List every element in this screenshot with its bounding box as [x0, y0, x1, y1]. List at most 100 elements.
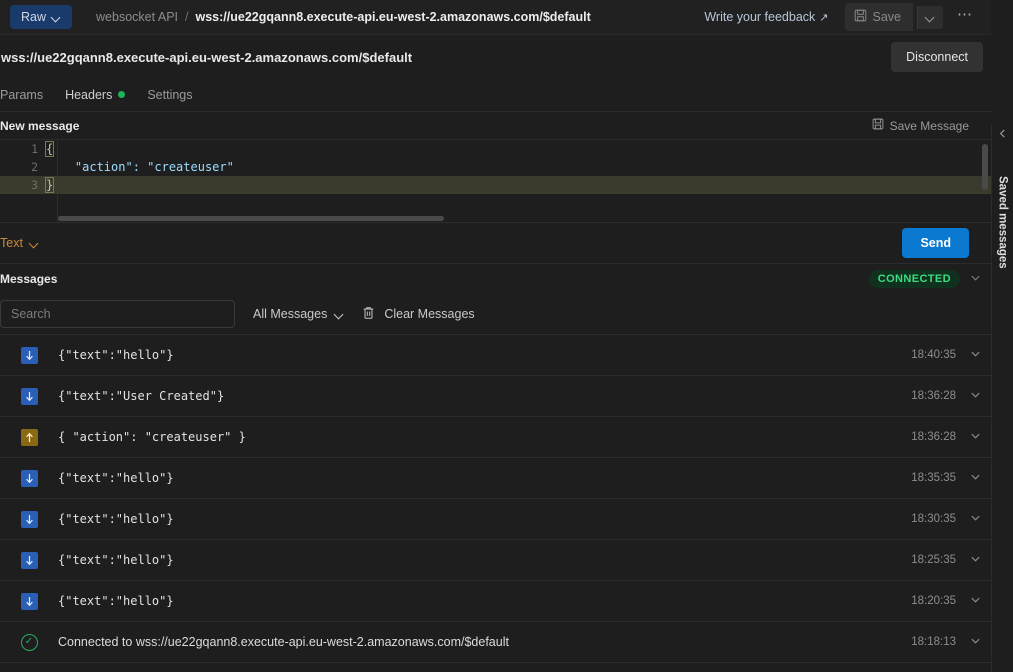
messages-header: Messages CONNECTED	[0, 264, 991, 294]
message-row[interactable]: {"text":"hello"} 18:35:35	[0, 458, 991, 499]
breadcrumb-current[interactable]: wss://ue22gqann8.execute-api.eu-west-2.a…	[196, 10, 591, 24]
send-row: Text Send	[0, 222, 991, 264]
save-options-dropdown[interactable]	[917, 5, 943, 29]
expand-message-chevron-icon[interactable]	[956, 346, 987, 364]
tab-headers-label: Headers	[65, 87, 113, 102]
chevron-left-icon[interactable]	[992, 124, 1013, 142]
top-bar: Raw websocket API / wss://ue22gqann8.exe…	[0, 0, 991, 35]
chevron-down-icon	[335, 310, 344, 319]
message-direction	[0, 469, 58, 487]
arrow-down-icon	[20, 469, 38, 487]
message-timestamp: 18:36:28	[911, 431, 956, 443]
message-row[interactable]: {"text":"hello"} 18:25:35	[0, 540, 991, 581]
floppy-disk-icon	[854, 9, 867, 25]
breadcrumb: websocket API / wss://ue22gqann8.execute…	[96, 10, 591, 24]
expand-message-chevron-icon[interactable]	[956, 551, 987, 569]
trash-icon	[362, 306, 375, 323]
message-direction	[0, 428, 58, 446]
check-circle-icon: ✓	[20, 633, 38, 651]
editor-line[interactable]: 2 "action": "createuser"	[0, 158, 991, 176]
breadcrumb-collection[interactable]: websocket API	[96, 10, 178, 24]
message-text: {"text":"hello"}	[58, 553, 174, 567]
status-badge: CONNECTED	[868, 270, 960, 288]
body-type-dropdown[interactable]: Text	[0, 236, 39, 250]
more-actions-button[interactable]: ⋯	[947, 5, 981, 29]
messages-list: {"text":"hello"} 18:40:35 {"text":"User …	[0, 334, 991, 663]
floppy-disk-icon	[872, 118, 884, 133]
message-timestamp: 18:20:35	[911, 595, 956, 607]
line-code: "action": "createuser"	[46, 160, 234, 174]
save-message-button[interactable]: Save Message	[872, 118, 969, 133]
disconnect-button[interactable]: Disconnect	[891, 42, 983, 72]
editor-line[interactable]: 1 {	[0, 140, 991, 158]
send-button[interactable]: Send	[902, 228, 969, 258]
top-bar-actions: Write your feedback ↗ Save ⋯	[704, 3, 981, 31]
messages-filter-row: All Messages Clear Messages	[0, 294, 991, 334]
saved-messages-rail[interactable]: Saved messages	[991, 124, 1013, 672]
new-message-header: New message Save Message	[0, 112, 991, 140]
line-code: {	[44, 141, 55, 157]
message-row[interactable]: { "action": "createuser" } 18:36:28	[0, 417, 991, 458]
collapse-messages-chevron-icon[interactable]	[970, 272, 987, 286]
message-direction	[0, 346, 58, 364]
clear-messages-button[interactable]: Clear Messages	[362, 306, 475, 323]
message-row[interactable]: {"text":"User Created"} 18:36:28	[0, 376, 991, 417]
websocket-url-value[interactable]: wss://ue22gqann8.execute-api.eu-west-2.a…	[0, 50, 412, 65]
messages-title: Messages	[0, 272, 58, 286]
write-feedback-link[interactable]: Write your feedback ↗	[704, 10, 828, 24]
save-message-label: Save Message	[889, 118, 969, 133]
clear-messages-label: Clear Messages	[384, 307, 475, 321]
tab-settings-label: Settings	[147, 87, 193, 102]
message-row[interactable]: {"text":"hello"} 18:40:35	[0, 335, 991, 376]
new-message-title: New message	[0, 118, 80, 133]
message-direction	[0, 592, 58, 610]
editor-horizontal-scrollbar[interactable]	[58, 216, 977, 221]
tab-params[interactable]: Params	[0, 88, 43, 103]
line-number: 3	[31, 178, 38, 192]
expand-message-chevron-icon[interactable]	[956, 428, 987, 446]
message-body-editor[interactable]: 1 { 2 "action": "createuser" 3 }	[0, 140, 991, 222]
external-link-icon: ↗	[819, 11, 829, 24]
arrow-down-icon	[20, 510, 38, 528]
raw-mode-label: Raw	[21, 10, 47, 24]
breadcrumb-separator: /	[185, 10, 189, 24]
message-timestamp: 18:18:13	[911, 636, 956, 648]
search-input[interactable]	[0, 300, 235, 328]
message-row[interactable]: {"text":"hello"} 18:20:35	[0, 581, 991, 622]
message-timestamp: 18:25:35	[911, 554, 956, 566]
arrow-down-icon	[20, 387, 38, 405]
connection-event-row[interactable]: ✓ Connected to wss://ue22gqann8.execute-…	[0, 622, 991, 663]
message-text: {"text":"hello"}	[58, 594, 174, 608]
message-timestamp: 18:35:35	[911, 472, 956, 484]
message-text: {"text":"hello"}	[58, 512, 174, 526]
arrow-up-icon	[20, 428, 38, 446]
request-tabs: Params Headers Settings	[0, 79, 991, 112]
raw-mode-tab[interactable]: Raw	[10, 5, 73, 29]
expand-message-chevron-icon[interactable]	[956, 592, 987, 610]
message-direction	[0, 510, 58, 528]
message-filter-label: All Messages	[253, 307, 328, 321]
messages-header-right: CONNECTED	[868, 270, 987, 288]
expand-message-chevron-icon[interactable]	[956, 387, 987, 405]
headers-modified-dot-icon	[118, 91, 126, 98]
message-filter-dropdown[interactable]: All Messages	[253, 307, 344, 321]
editor-vertical-scrollbar[interactable]	[982, 144, 988, 190]
message-timestamp: 18:36:28	[911, 390, 956, 402]
write-feedback-label: Write your feedback	[704, 10, 816, 24]
editor-line-active[interactable]: 3 }	[0, 176, 991, 194]
save-button[interactable]: Save	[844, 3, 913, 31]
saved-messages-label: Saved messages	[996, 176, 1009, 269]
tab-settings[interactable]: Settings	[147, 88, 192, 103]
message-row[interactable]: {"text":"hello"} 18:30:35	[0, 499, 991, 540]
tab-headers[interactable]: Headers	[65, 87, 126, 103]
arrow-down-icon	[20, 346, 38, 364]
message-text: {"text":"hello"}	[58, 471, 174, 485]
message-text: {"text":"hello"}	[58, 348, 174, 362]
expand-message-chevron-icon[interactable]	[956, 510, 987, 528]
line-code: }	[44, 177, 55, 193]
body-type-label: Text	[0, 236, 23, 250]
chevron-down-icon	[926, 13, 935, 22]
expand-message-chevron-icon[interactable]	[956, 633, 987, 651]
expand-message-chevron-icon[interactable]	[956, 469, 987, 487]
message-direction	[0, 387, 58, 405]
